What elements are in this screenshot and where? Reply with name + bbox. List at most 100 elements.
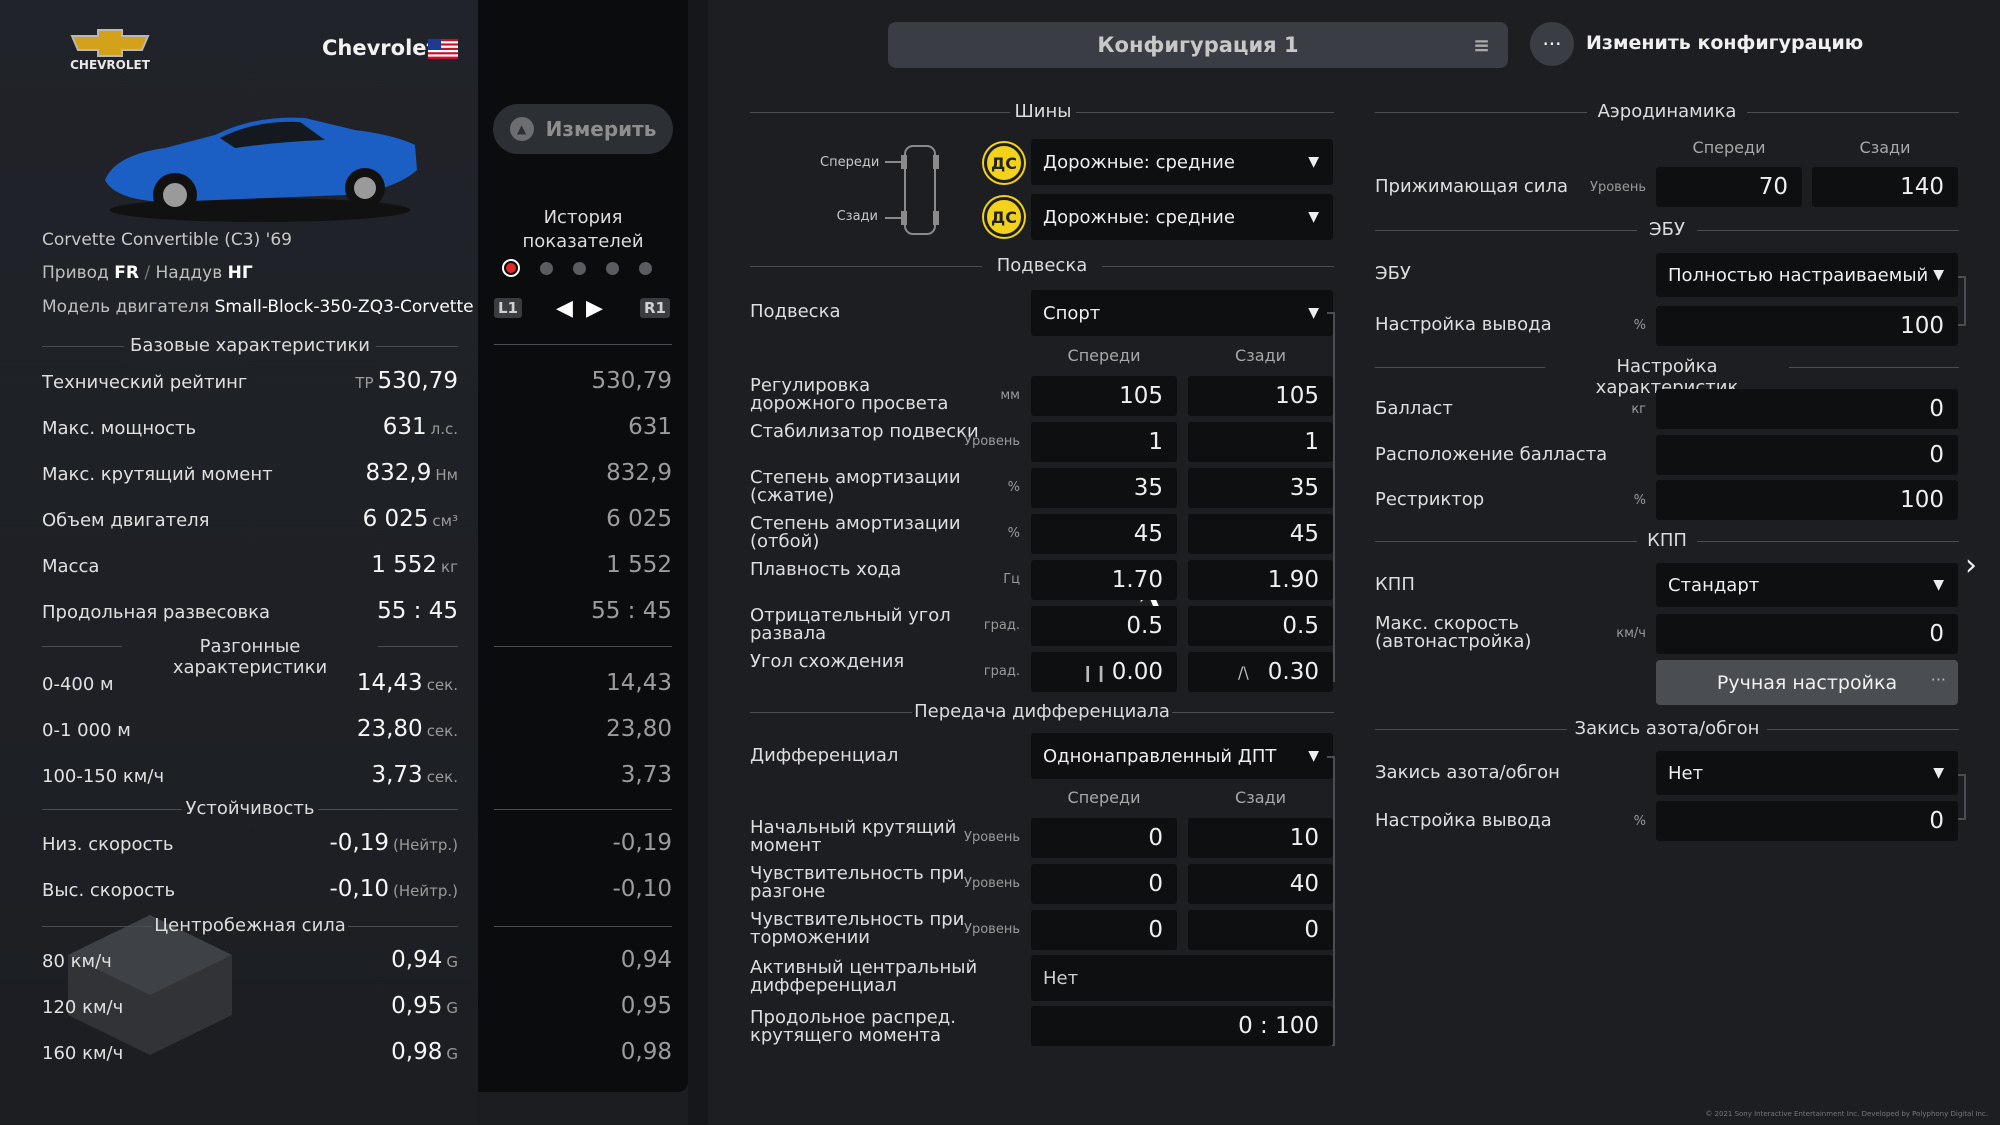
stat-value: 832,9 <box>365 460 432 486</box>
max-speed-field[interactable]: 0 <box>1656 614 1958 654</box>
susp-front-field[interactable]: 45 <box>1031 514 1177 554</box>
downforce-rear[interactable]: 140 <box>1812 167 1958 207</box>
next-arrow-icon[interactable]: ▶ <box>586 296 603 321</box>
susp-front-field[interactable]: ❙❙ 0.00 <box>1031 652 1177 692</box>
stat-value-group: -0,10 (Нейтр.) <box>329 876 458 902</box>
torque-split-field[interactable]: 0 : 100 <box>1031 1006 1333 1046</box>
ballast-field[interactable]: 0 <box>1656 389 1958 429</box>
l1-badge[interactable]: L1 <box>494 298 522 318</box>
diff-rear-field[interactable]: 10 <box>1188 818 1333 858</box>
susp-rear-field[interactable]: 35 <box>1188 468 1333 508</box>
stat-value-group: 0,94 G <box>391 947 458 973</box>
susp-front-field[interactable]: 0.5 <box>1031 606 1177 646</box>
measure-label: Измерить <box>545 117 657 141</box>
diff-front-field[interactable]: 0 <box>1031 864 1177 904</box>
stat-value: -0,19 <box>329 830 389 856</box>
susp-front-field[interactable]: 105 <box>1031 376 1177 416</box>
stat-value: 0,98 <box>391 1039 443 1065</box>
suspension-value: Спорт <box>1043 302 1101 324</box>
ecu-output-field[interactable]: 100 <box>1656 306 1958 346</box>
more-options-icon[interactable]: ··· <box>1530 22 1574 66</box>
susp-rear-field[interactable]: 105 <box>1188 376 1333 416</box>
list-icon[interactable]: ≡ <box>1473 33 1490 57</box>
drive-value: FR <box>114 263 139 283</box>
dropdown-arrow-icon: ▼ <box>1308 748 1319 764</box>
ballast-unit: кг <box>1631 402 1646 417</box>
usa-flag-icon <box>428 39 458 59</box>
cube-decoration <box>68 915 232 1055</box>
history-dot[interactable] <box>573 261 586 275</box>
section-accel: Разгонные характеристики <box>172 636 328 678</box>
nitro-output-field[interactable]: 0 <box>1656 801 1958 841</box>
tire-front-label: Спереди <box>820 155 880 170</box>
diff-front-field[interactable]: 0 <box>1031 910 1177 950</box>
history-dot-active[interactable] <box>502 259 520 277</box>
bracket <box>1958 276 1966 326</box>
susp-front-field[interactable]: 35 <box>1031 468 1177 508</box>
stat-value-group: 14,43 сек. <box>357 670 458 696</box>
stat-label: Масса <box>42 556 100 577</box>
dropdown-arrow-icon: ▼ <box>1308 305 1319 321</box>
susp-rear-field[interactable]: 0.5 <box>1188 606 1333 646</box>
history-value: 631 <box>628 414 672 440</box>
restrictor-field[interactable]: 100 <box>1656 480 1958 520</box>
engine-label: Модель двигателя <box>42 297 210 317</box>
susp-rear-field[interactable]: 45 <box>1188 514 1333 554</box>
nitro-select[interactable]: Нет ▼ <box>1656 751 1958 795</box>
susp-rear-field[interactable]: 1 <box>1188 422 1333 462</box>
manual-tune-button[interactable]: Ручная настройка ··· <box>1656 660 1958 705</box>
stat-label: Низ. скорость <box>42 834 174 855</box>
diff-col-rear: Сзади <box>1235 788 1286 807</box>
susp-rear-value: 105 <box>1275 383 1319 409</box>
aero-col-front: Спереди <box>1692 138 1766 157</box>
section-gforce: Центробежная сила <box>154 915 346 936</box>
history-dot[interactable] <box>606 261 619 275</box>
stat-unit: сек. <box>426 676 458 694</box>
history-value: 0,94 <box>620 947 672 973</box>
history-dot[interactable] <box>639 261 652 275</box>
torque-split-label: Продольное распред. крутящего момента <box>750 1007 956 1046</box>
suspension-select[interactable]: Спорт ▼ <box>1031 290 1333 336</box>
car-model: Corvette Convertible (C3) '69 <box>42 230 292 250</box>
more-icon: ··· <box>1930 670 1946 689</box>
susp-rear-field[interactable]: 1.90 <box>1188 560 1333 600</box>
history-dot[interactable] <box>540 261 553 275</box>
ballast-pos-field[interactable]: 0 <box>1656 435 1958 475</box>
ecu-select[interactable]: Полностью настраиваемый ▼ <box>1656 253 1958 297</box>
r1-badge[interactable]: R1 <box>640 298 670 318</box>
ecu-value: Полностью настраиваемый <box>1668 264 1929 286</box>
tire-rear-value: Дорожные: средние <box>1043 206 1235 228</box>
tire-rear-label: Сзади <box>836 209 878 224</box>
diff-select[interactable]: Однонаправленный ДПТ ▼ <box>1031 733 1333 779</box>
diff-front-field[interactable]: 0 <box>1031 818 1177 858</box>
stat-label: Макс. крутящий момент <box>42 464 273 485</box>
tire-rear-badge: ДС <box>984 197 1024 237</box>
diff-rear-field[interactable]: 0 <box>1188 910 1333 950</box>
dropdown-arrow-icon: ▼ <box>1308 209 1319 225</box>
diff-rear-field[interactable]: 40 <box>1188 864 1333 904</box>
change-config-label[interactable]: Изменить конфигурацию <box>1586 32 1863 54</box>
ballast-label: Балласт <box>1375 398 1453 419</box>
susp-front-field[interactable]: 1 <box>1031 422 1177 462</box>
tire-rear-select[interactable]: Дорожные: средние ▼ <box>1031 194 1333 240</box>
tire-front-select[interactable]: Дорожные: средние ▼ <box>1031 139 1333 185</box>
gearbox-select[interactable]: Стандарт ▼ <box>1656 563 1958 607</box>
susp-row-label: Стабилизатор подвески <box>750 421 979 442</box>
prev-arrow-icon[interactable]: ◀ <box>556 296 573 321</box>
config-bar[interactable]: Конфигурация 1 ≡ <box>888 22 1508 68</box>
diff-row-label: Начальный крутящий момент <box>750 817 957 856</box>
susp-rear-value: 45 <box>1289 521 1319 547</box>
susp-row-label: Степень амортизации (сжатие) <box>750 467 961 506</box>
stat-value-group: 0,95 G <box>391 993 458 1019</box>
susp-front-field[interactable]: 1.70 <box>1031 560 1177 600</box>
measure-button[interactable]: ▲ Измерить <box>493 104 673 154</box>
next-page-chevron-icon[interactable]: › <box>1965 548 1977 583</box>
susp-rear-field[interactable]: /\ 0.30 <box>1188 652 1333 692</box>
downforce-front[interactable]: 70 <box>1656 167 1802 207</box>
center-diff-field[interactable]: Нет <box>1031 955 1333 1001</box>
section-gearbox: КПП <box>1647 530 1687 551</box>
max-speed-unit: км/ч <box>1616 626 1646 641</box>
aspiration-label: Наддув <box>155 263 223 283</box>
stat-unit: л.с. <box>430 420 458 438</box>
stat-value: 14,43 <box>356 670 423 696</box>
